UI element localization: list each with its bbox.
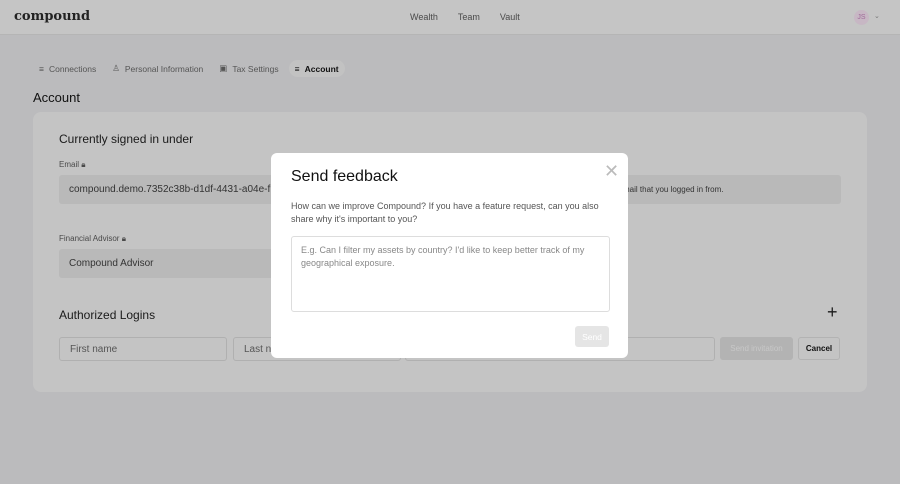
cancel-button[interactable]: Cancel	[798, 337, 840, 360]
list-icon: ≡	[39, 63, 44, 74]
nav-team[interactable]: Team	[458, 12, 480, 22]
feedback-modal: Send feedback ✕ How can we improve Compo…	[271, 153, 628, 358]
close-icon[interactable]: ✕	[604, 161, 619, 182]
lock-icon: 🔒︎	[121, 234, 126, 243]
tab-account[interactable]: ≡ Account	[288, 60, 345, 77]
list-icon: ≡	[294, 63, 300, 74]
nav-vault[interactable]: Vault	[500, 12, 520, 22]
settings-tabs: ≡ Connections ♙ Personal Information ▣ Tax …	[33, 60, 345, 77]
nav-wealth[interactable]: Wealth	[410, 12, 438, 22]
modal-description: How can we improve Compound? If you have…	[291, 201, 599, 224]
tab-tax-settings[interactable]: ▣ Tax Settings	[213, 60, 284, 77]
tab-connections[interactable]: ≡ Connections	[33, 60, 102, 77]
top-header: compound Wealth Team Vault JS ⌄	[0, 0, 900, 35]
modal-title: Send feedback	[291, 168, 398, 185]
lock-icon: 🔒︎	[81, 160, 86, 169]
add-icon[interactable]: +	[827, 302, 838, 323]
main-nav: Wealth Team Vault	[410, 12, 520, 22]
send-button[interactable]: Send	[575, 326, 609, 347]
tab-label: Account	[304, 63, 339, 74]
tab-personal-information[interactable]: ♙ Personal Information	[106, 60, 209, 77]
feedback-textarea[interactable]: E.g. Can I filter my assets by country? …	[291, 236, 610, 312]
first-name-input[interactable]: First name	[59, 337, 227, 361]
email-value: compound.demo.7352c38b-d1df-4431-a04e-f1	[69, 184, 276, 195]
send-invitation-button[interactable]: Send invitation	[720, 337, 793, 360]
page-title: Account	[33, 90, 80, 105]
tab-label: Personal Information	[124, 63, 204, 74]
chevron-down-icon[interactable]: ⌄	[874, 12, 880, 20]
avatar[interactable]: JS	[854, 10, 869, 25]
logo[interactable]: compound	[14, 9, 90, 24]
tab-label: Connections	[48, 63, 97, 74]
tab-label: Tax Settings	[232, 63, 279, 74]
tax-icon: ▣	[219, 63, 228, 73]
email-note: mail that you logged in from.	[623, 185, 724, 194]
authorized-logins-title: Authorized Logins	[59, 308, 156, 322]
advisor-label: Financial Advisor 🔒︎	[59, 234, 126, 243]
email-label: Email 🔒︎	[59, 160, 86, 169]
signed-in-title: Currently signed in under	[59, 132, 194, 146]
person-icon: ♙	[112, 63, 120, 73]
